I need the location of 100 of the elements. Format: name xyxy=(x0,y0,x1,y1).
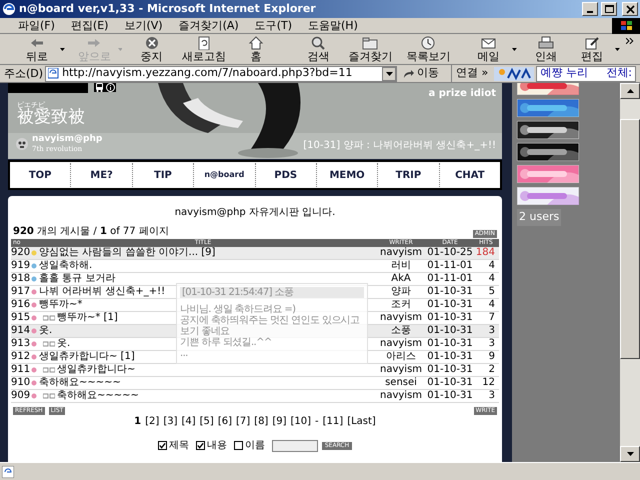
date-cell: 01-10-31 xyxy=(427,299,473,311)
post-title[interactable]: 뺑뚜까~* xyxy=(39,299,82,311)
post-number: 919 xyxy=(11,260,31,272)
page-link[interactable]: 1 xyxy=(134,416,142,428)
dropdown-caret-icon xyxy=(386,72,393,76)
toolbar-button[interactable]: 중지 xyxy=(128,34,175,64)
nav-link[interactable]: PDS xyxy=(256,163,317,187)
scroll-thumb[interactable] xyxy=(620,119,640,359)
search-icon xyxy=(310,36,326,50)
page-link[interactable]: [3] xyxy=(163,416,178,428)
post-title[interactable]: 나뷔 어라버뷔 생신축+_+!! xyxy=(39,286,166,298)
stop-icon xyxy=(144,36,160,50)
scrollbar[interactable] xyxy=(620,83,640,462)
close-icon xyxy=(626,4,634,14)
date-cell: 01-10-31 xyxy=(427,390,473,402)
menu-item[interactable]: 도구(T) xyxy=(246,20,300,31)
arrow-icon xyxy=(403,68,416,78)
post-title[interactable]: 생일축하해. xyxy=(39,260,92,272)
page-link[interactable]: [11] xyxy=(322,416,344,428)
writer-cell-text: sensei xyxy=(384,377,418,389)
hits-cell-text: 3 xyxy=(488,325,496,337)
post-title[interactable]: 옷. xyxy=(39,325,52,337)
page-link[interactable]: [Last] xyxy=(347,416,376,428)
nav-link[interactable]: n@board xyxy=(194,163,256,187)
page-link[interactable]: [7] xyxy=(236,416,250,428)
hits-cell-text: 4 xyxy=(488,299,496,311)
nav-link[interactable]: ME? xyxy=(71,163,133,187)
toolbar-button[interactable]: 메일 xyxy=(465,34,512,64)
nav-link[interactable]: TIP xyxy=(132,163,194,187)
page-link[interactable]: [5] xyxy=(200,416,214,428)
toolbar-button[interactable]: 홈 xyxy=(232,34,280,64)
nav-link[interactable]: MEMO xyxy=(316,163,378,187)
maximize-button[interactable] xyxy=(601,2,617,16)
date-cell: 01-10-31 xyxy=(427,286,473,298)
window-title: n@board ver,v1,33 - Microsoft Internet Explorer xyxy=(19,0,317,17)
refresh-icon xyxy=(196,36,212,50)
post-row[interactable]: 911 생일츄카합니다~ navyism 01-10-31 2 xyxy=(11,364,499,377)
checkbox[interactable] xyxy=(234,441,243,450)
post-title[interactable]: 생일츄카합니다~ xyxy=(57,364,136,376)
links-button[interactable]: 연결 » xyxy=(451,65,488,82)
toolbar-button[interactable]: 인쇄 xyxy=(522,34,570,64)
search-scope-label: 전체: xyxy=(606,66,632,80)
search-input[interactable] xyxy=(272,440,318,452)
nav-link[interactable]: CHAT xyxy=(440,163,500,187)
post-row[interactable]: 910 축하해요~~~~~ sensei 01-10-31 12 xyxy=(11,377,499,390)
checkbox[interactable] xyxy=(196,441,205,450)
page-link[interactable]: [2] xyxy=(145,416,160,428)
hits-cell-text: 4 xyxy=(488,260,496,272)
tooltip-line: 나비님. 생일 축하드려요 =) xyxy=(180,304,296,315)
page-link[interactable]: [4] xyxy=(181,416,196,428)
toolbar-button[interactable]: 검색 xyxy=(295,34,342,64)
nav-link[interactable]: TOP xyxy=(10,163,72,187)
page-link[interactable]: [9] xyxy=(272,416,287,428)
toolbar-button[interactable]: 편집 xyxy=(569,34,616,64)
page-link[interactable]: [8] xyxy=(254,416,268,428)
hits-cell-text: 9 xyxy=(488,351,496,363)
writer-cell-text: navyism xyxy=(378,364,424,376)
post-row[interactable]: 909 축하해요~~~~~ navyism 01-10-31 3 xyxy=(11,390,499,403)
nav-link[interactable]: TRIP xyxy=(378,163,440,187)
go-button[interactable]: 이동 xyxy=(399,65,444,82)
menu-item[interactable]: 보기(V) xyxy=(116,20,171,31)
post-title[interactable]: 축하해요~~~~~ xyxy=(39,377,121,389)
post-title[interactable]: 옷. xyxy=(57,338,70,350)
post-number: 915 xyxy=(11,312,31,324)
menu-item[interactable]: 도움말(H) xyxy=(300,20,366,31)
kanji-title: 被愛致被 xyxy=(17,109,85,126)
post-title[interactable]: 홀홀 통규 보거라 xyxy=(39,273,116,285)
folder-icon xyxy=(362,36,378,50)
post-number: 912 xyxy=(11,351,31,363)
writer-cell-text: navyism xyxy=(378,247,424,259)
post-title[interactable]: 생일츄카합니다~ [1] xyxy=(39,351,135,363)
address-label: 주소(D) xyxy=(4,68,44,79)
post-row[interactable]: 918 홀홀 통규 보거라 AkA 01-11-01 4 xyxy=(11,273,499,286)
menu-item[interactable]: 즐겨찾기(A) xyxy=(170,20,247,31)
post-row[interactable]: 920 양심없는 사람들의 씁쓸한 이야기... [9] navyism 01-10-25 184 xyxy=(11,247,499,260)
toolbar-button[interactable]: 목록보기 xyxy=(399,34,458,64)
menu-item[interactable]: 파일(F) xyxy=(10,20,63,31)
post-row[interactable]: 919 생일축하해. 러비 01-11-01 4 xyxy=(11,260,499,273)
logo-icon xyxy=(494,66,534,80)
minimize-button[interactable] xyxy=(582,2,598,16)
post-title[interactable]: 축하해요~~~~~ xyxy=(57,390,139,402)
post-title[interactable]: 양심없는 사람들의 씁쓸한 이야기... [9] xyxy=(39,247,216,259)
menu-item[interactable]: 편집(E) xyxy=(62,20,116,31)
post-title[interactable]: 뺑뚜까~* [1] xyxy=(57,312,118,324)
page-link[interactable]: [10] xyxy=(290,416,312,428)
minimize-icon xyxy=(587,10,593,12)
page-link[interactable]: [6] xyxy=(218,416,232,428)
toolbar-button[interactable]: 새로고침 xyxy=(174,34,233,64)
post-number: 909 xyxy=(11,390,31,402)
search-field[interactable]: 예쨩 누리 전체: xyxy=(536,66,636,82)
edit-icon xyxy=(584,36,600,50)
toolbar-button[interactable]: 뒤로 xyxy=(14,34,60,64)
address-field[interactable]: http://navyism.yezzang.com/7/naboard.php3?bd=11 xyxy=(45,66,398,82)
user-count: 2 users xyxy=(517,209,562,226)
toolbar-button[interactable]: 즐겨찾기 xyxy=(342,34,400,64)
dropdown-caret-icon xyxy=(512,48,517,50)
hits-cell-text: 12 xyxy=(481,377,496,389)
browser-icon xyxy=(2,2,16,16)
close-button[interactable] xyxy=(622,2,638,16)
checkbox[interactable] xyxy=(158,441,167,450)
